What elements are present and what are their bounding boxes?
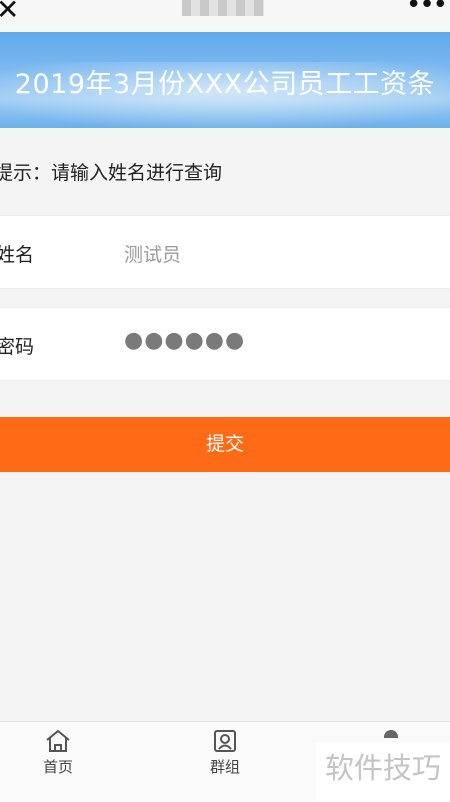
submit-button[interactable]: 提交	[0, 417, 450, 472]
group-icon	[214, 730, 236, 752]
tab-home-label: 首页	[42, 758, 73, 776]
watermark: 软件技巧	[316, 742, 450, 801]
tab-group[interactable]: 群组	[185, 728, 265, 777]
blurred-page-title	[182, 0, 264, 16]
header-banner: 2019年3月份XXX公司员工工资条	[0, 32, 450, 128]
tab-group-label: 群组	[209, 758, 240, 776]
page-title: 2019年3月份XXX公司员工工资条	[14, 69, 436, 100]
home-icon	[46, 729, 70, 752]
tab-home[interactable]: 首页	[18, 728, 98, 777]
password-label: 密码	[0, 336, 35, 358]
password-field-row[interactable]: 密码 ●●●●●●	[0, 307, 450, 381]
name-input[interactable]: 测试员	[124, 240, 181, 267]
password-input[interactable]: ●●●●●●	[124, 328, 245, 353]
name-field-row[interactable]: 姓名 测试员	[0, 215, 450, 289]
hint-text: 提示：请输入姓名进行查询	[0, 162, 223, 184]
top-bar: ✕ •••	[0, 0, 450, 32]
more-icon[interactable]: •••	[406, 0, 448, 20]
close-icon[interactable]: ✕	[0, 0, 19, 24]
name-label: 姓名	[0, 244, 35, 266]
profile-icon[interactable]	[384, 730, 398, 738]
